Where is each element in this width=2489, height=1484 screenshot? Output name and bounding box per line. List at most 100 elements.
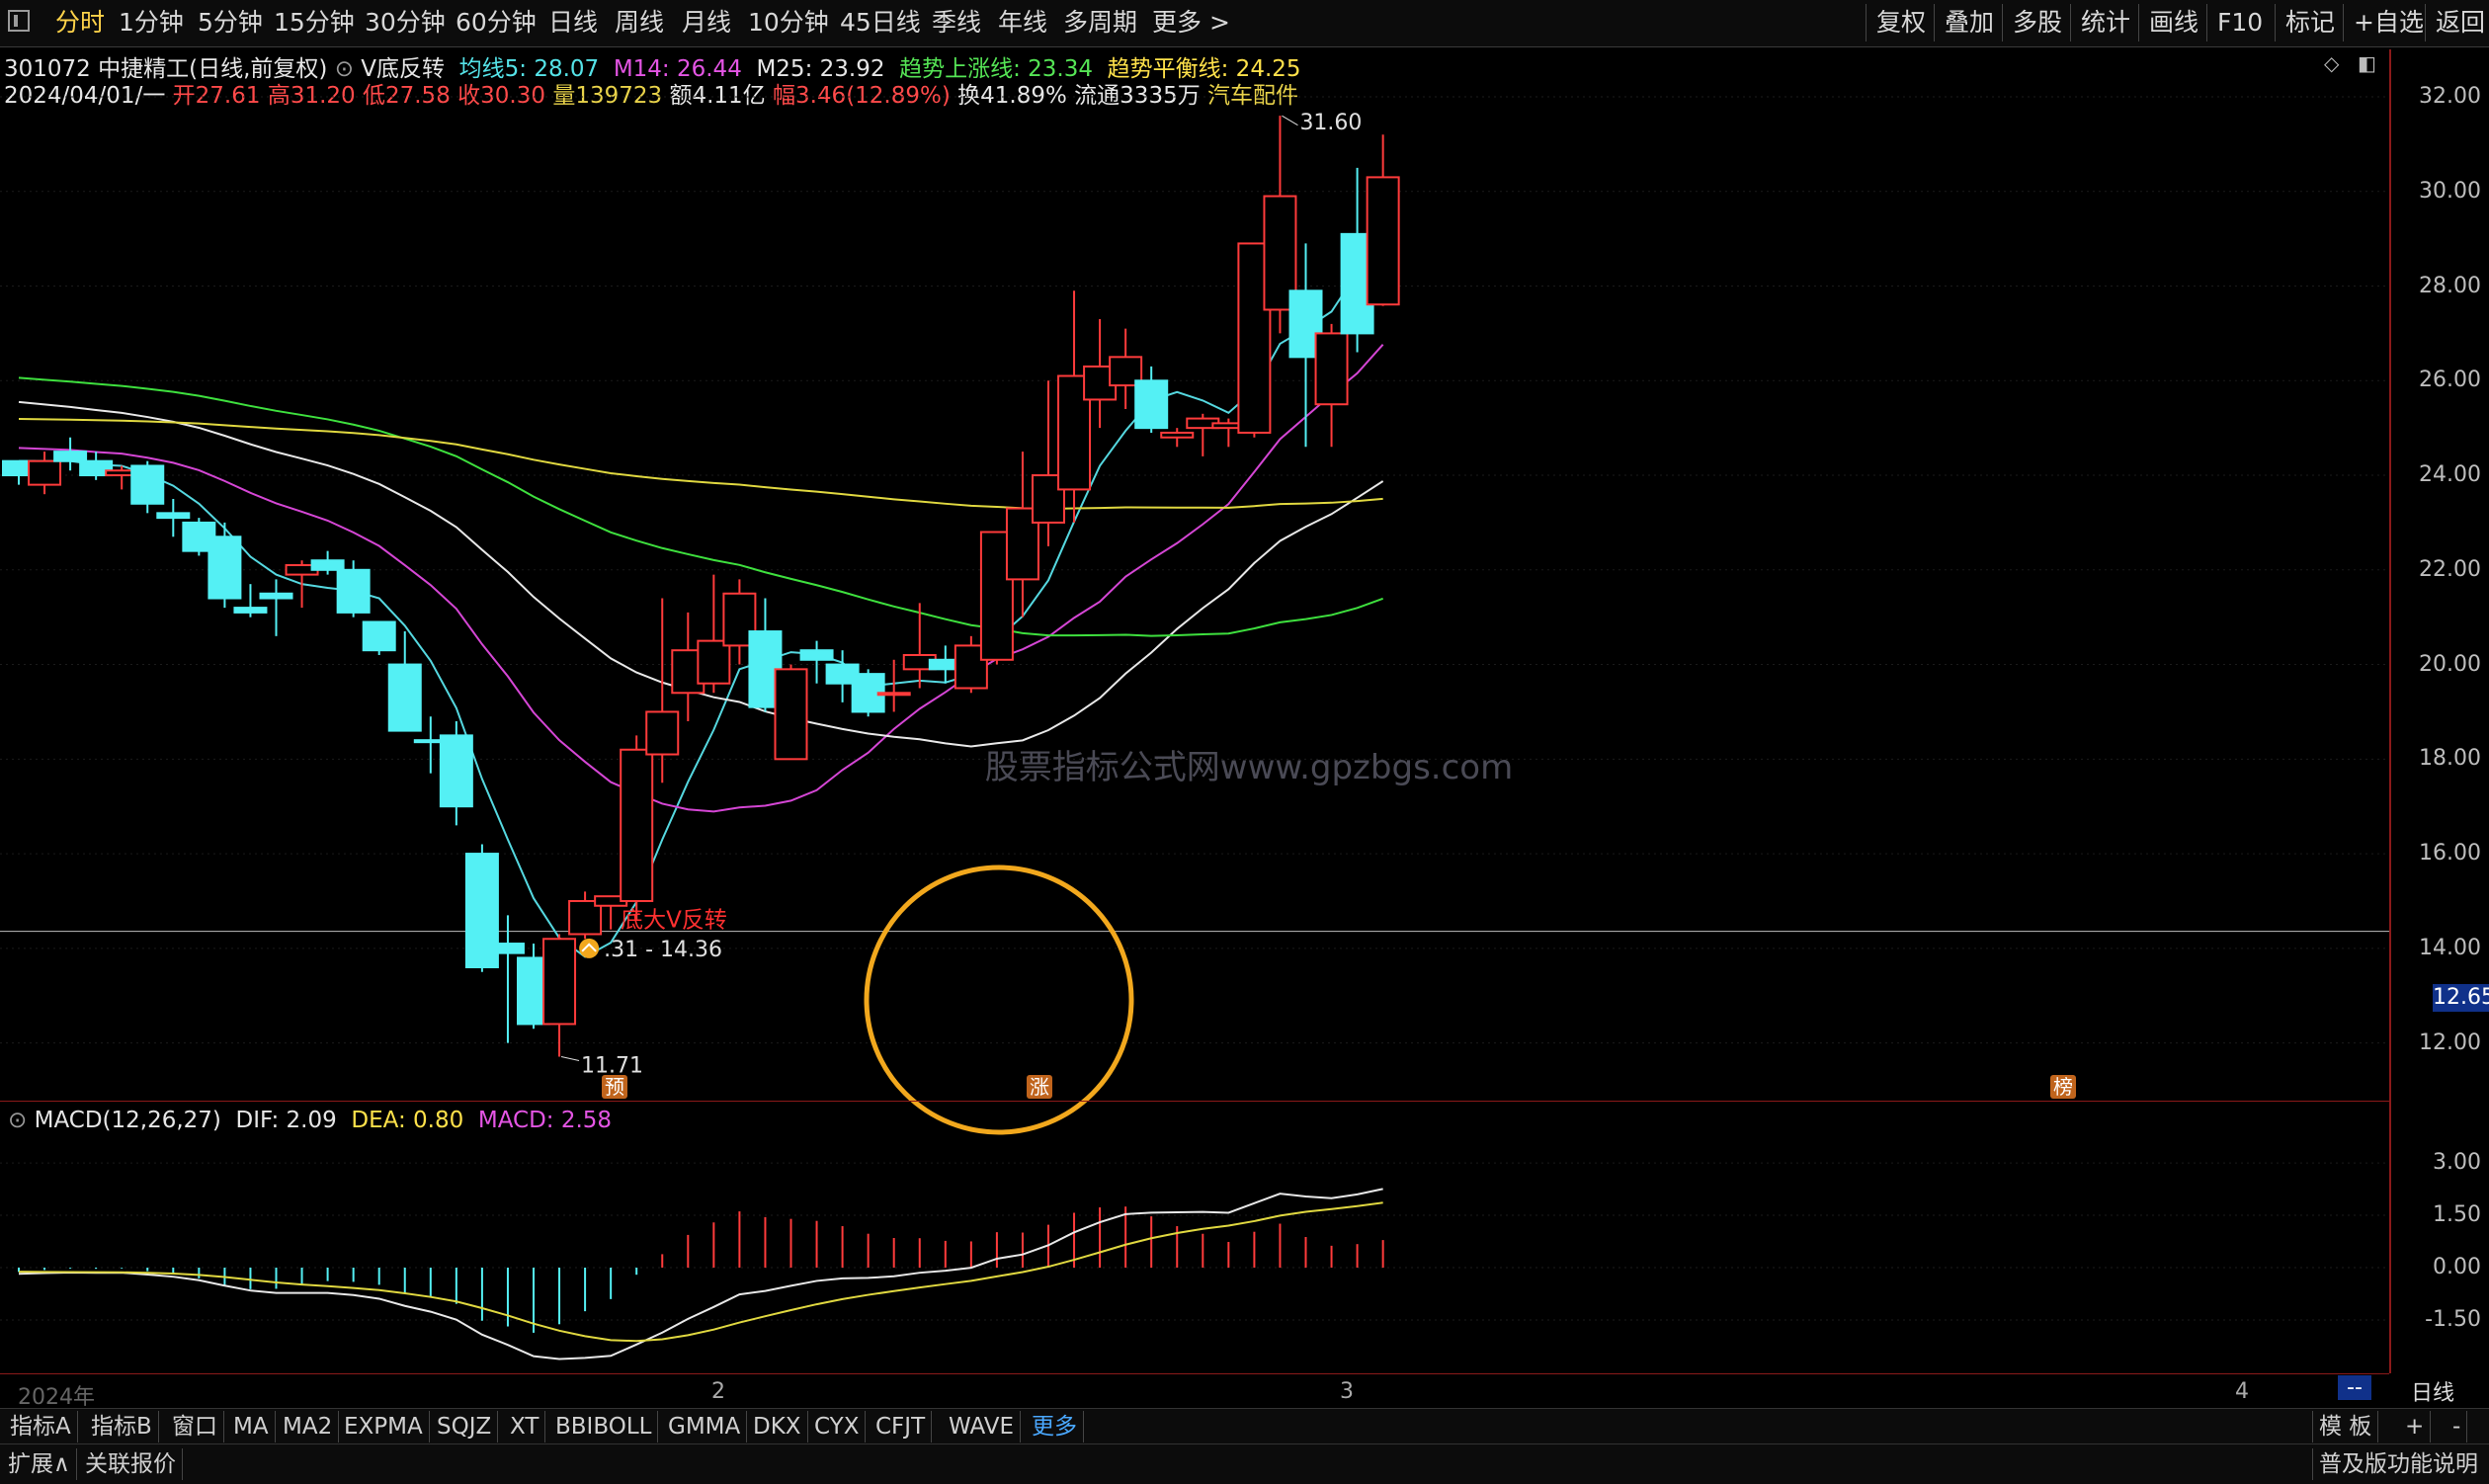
tab-ma[interactable]: MA — [227, 1411, 276, 1443]
candle-body — [156, 512, 191, 520]
tab-window[interactable]: 窗口 — [166, 1411, 224, 1443]
tab-more[interactable]: 更多 — [1026, 1411, 1084, 1443]
tag-bang: 榜 — [2053, 1075, 2073, 1099]
mark-button[interactable]: 标记 — [2275, 4, 2335, 41]
candle-body — [542, 938, 577, 1026]
price-tick: 26.00 — [2419, 368, 2481, 393]
low-marker — [560, 1055, 580, 1061]
watermark: 股票指标公式网www.gpzbgs.com — [985, 748, 1513, 787]
window-icon[interactable] — [8, 10, 30, 32]
tab-gmma[interactable]: GMMA — [662, 1411, 748, 1443]
tab-cyx[interactable]: CYX — [808, 1411, 867, 1443]
macd-header: ⊙ MACD(12,26,27) DIF: 2.09 DEA: 0.80 MAC… — [8, 1108, 612, 1133]
period-tab-more[interactable]: 更多 > — [1152, 6, 1230, 40]
tag-yu: 预 — [605, 1075, 624, 1099]
period-tab-10min[interactable]: 10分钟 — [748, 6, 829, 40]
tab-indicator-a[interactable]: 指标A — [4, 1411, 78, 1443]
period-tab-15min[interactable]: 15分钟 — [274, 6, 355, 40]
candle-body — [490, 943, 525, 954]
tag-zhang: 涨 — [1030, 1075, 1049, 1099]
candle-body — [620, 748, 654, 902]
tab-bbiboll[interactable]: BBIBOLL — [549, 1411, 659, 1443]
tab-expma[interactable]: EXPMA — [338, 1411, 430, 1443]
period-tab-fenshi[interactable]: 分时 — [55, 6, 105, 40]
candle-body — [1366, 176, 1400, 306]
timeframe-label[interactable]: 日线 — [2411, 1375, 2454, 1407]
tab-indicator-b[interactable]: 指标B — [85, 1411, 159, 1443]
add-watchlist-button[interactable]: +自选 — [2343, 4, 2424, 41]
candle-body — [207, 536, 242, 600]
period-tab-multi[interactable]: 多周期 — [1063, 6, 1137, 40]
period-tab-week[interactable]: 周线 — [615, 6, 664, 40]
zoom-in-button[interactable]: + — [2399, 1411, 2432, 1443]
zoom-out-button[interactable]: - — [2447, 1411, 2468, 1443]
price-chart[interactable]: 31.6011.711 .31 - 14.36底大V反转股票指标公式网www.g… — [0, 44, 2389, 1373]
tab-dkx[interactable]: DKX — [747, 1411, 808, 1443]
candle-body — [387, 663, 422, 732]
candle-body — [774, 668, 808, 761]
xaxis-year: 2024年 — [18, 1385, 95, 1410]
related-quote-button[interactable]: 关联报价 — [79, 1448, 183, 1480]
macd-tick: -1.50 — [2425, 1306, 2481, 1332]
price-tick: 32.00 — [2419, 84, 2481, 109]
xaxis-divider — [0, 1373, 2389, 1374]
macd-tick: 3.00 — [2433, 1150, 2481, 1176]
period-tab-60min[interactable]: 60分钟 — [456, 6, 537, 40]
candle-body — [799, 649, 834, 661]
high-marker — [1282, 115, 1298, 126]
period-toolbar: 分时 1分钟 5分钟 15分钟 30分钟 60分钟 日线 周线 月线 10分钟 … — [0, 0, 2489, 47]
candle-body — [697, 639, 731, 685]
candle-body — [1314, 332, 1349, 406]
help-link[interactable]: 普及版功能说明 — [2312, 1448, 2484, 1480]
candle-body — [876, 692, 911, 697]
candle-body — [439, 734, 473, 808]
price-tick: 20.00 — [2419, 651, 2481, 677]
period-tab-5min[interactable]: 5分钟 — [198, 6, 263, 40]
price-tick: 18.00 — [2419, 746, 2481, 772]
high-price-label: 31.60 — [1299, 111, 1362, 135]
candle-body — [259, 592, 293, 600]
macd-dropdown-icon[interactable]: ⊙ — [8, 1108, 27, 1133]
tab-sqjz[interactable]: SQJZ — [431, 1411, 499, 1443]
period-tab-season[interactable]: 季线 — [932, 6, 981, 40]
price-tick: 30.00 — [2419, 178, 2481, 204]
tab-xt[interactable]: XT — [504, 1411, 546, 1443]
macd-dif: DIF: 2.09 — [235, 1108, 337, 1133]
price-tick: 22.00 — [2419, 556, 2481, 582]
fuquan-button[interactable]: 复权 — [1866, 4, 1926, 41]
template-button[interactable]: 模 板 — [2312, 1411, 2379, 1443]
expand-button[interactable]: 扩展∧ — [2, 1448, 77, 1480]
price-tick: 28.00 — [2419, 273, 2481, 298]
candle-body — [336, 568, 371, 614]
stats-button[interactable]: 统计 — [2070, 4, 2130, 41]
f10-button[interactable]: F10 — [2206, 4, 2263, 41]
candle-body — [28, 459, 62, 486]
xaxis-apr: 4 — [2235, 1379, 2249, 1404]
candle-body — [130, 464, 165, 505]
period-tab-30min[interactable]: 30分钟 — [365, 6, 446, 40]
indicator-tabs: 指标A 指标B 窗口 MA MA2 EXPMA SQJZ XT BBIBOLL … — [0, 1408, 2489, 1444]
macd-title[interactable]: MACD(12,26,27) — [35, 1108, 221, 1133]
tab-ma2[interactable]: MA2 — [277, 1411, 340, 1443]
dif-line — [18, 1188, 1383, 1360]
current-price-label: 12.65 — [2433, 984, 2489, 1012]
period-tab-45day[interactable]: 45日线 — [840, 6, 921, 40]
period-tab-month[interactable]: 月线 — [682, 6, 731, 40]
multi-stock-button[interactable]: 多股 — [2002, 4, 2062, 41]
panel-divider[interactable] — [0, 1101, 2389, 1102]
candle-body — [645, 710, 680, 756]
period-tab-1min[interactable]: 1分钟 — [119, 6, 184, 40]
candle-body — [1160, 431, 1195, 439]
price-axis[interactable]: 32.00 30.00 28.00 26.00 24.00 22.00 20.00 18.00… — [2389, 49, 2489, 1373]
period-tab-year[interactable]: 年线 — [998, 6, 1047, 40]
tab-cfjt[interactable]: CFJT — [870, 1411, 933, 1443]
xaxis-mar: 3 — [1340, 1379, 1354, 1404]
back-button[interactable]: 返回 — [2425, 4, 2485, 41]
tab-wave[interactable]: WAVE — [943, 1411, 1022, 1443]
draw-line-button[interactable]: 画线 — [2138, 4, 2199, 41]
overlay-button[interactable]: 叠加 — [1934, 4, 1994, 41]
status-bar: 扩展∧ 关联报价 普及版功能说明 — [0, 1443, 2489, 1484]
candle-body — [362, 620, 396, 652]
period-tab-day[interactable]: 日线 — [548, 6, 598, 40]
xaxis-dash-button[interactable]: -- — [2338, 1375, 2371, 1400]
